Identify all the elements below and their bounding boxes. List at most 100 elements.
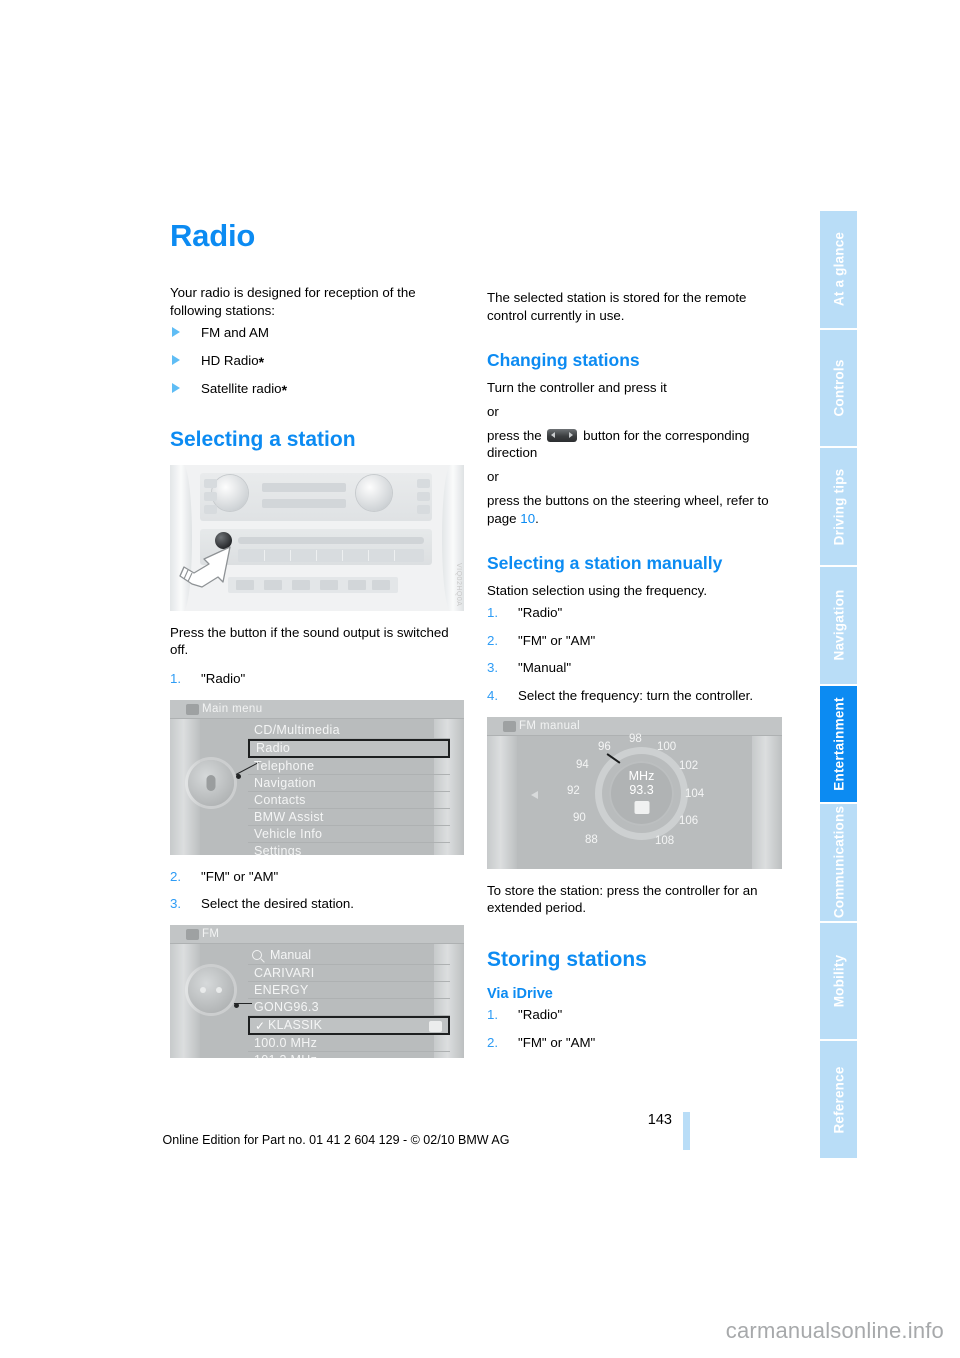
page-cross-reference[interactable]: 10	[520, 511, 535, 526]
tab-label: Communications	[830, 806, 846, 919]
tab-at-a-glance[interactable]: At a glance	[820, 211, 857, 328]
list-item-label: HD Radio	[201, 353, 259, 369]
step-number: 1.	[487, 604, 499, 620]
climate-side-button	[417, 491, 430, 501]
figure-idrive-main-menu: Main menu CD/Multimedia Radio Telephone …	[170, 699, 464, 855]
climate-side-button	[417, 504, 430, 514]
menu-item-label: Vehicle Info	[254, 826, 323, 841]
menu-item-bmw-assist[interactable]: BMW Assist	[248, 809, 450, 826]
list-item-label: KLASSIK	[268, 1017, 323, 1032]
list-item-label: 101.3 MHz	[254, 1053, 317, 1058]
menu-item-navigation[interactable]: Navigation	[248, 775, 450, 792]
tab-label: Mobility	[830, 954, 846, 1008]
climate-side-button	[417, 478, 430, 488]
list-item-label: Manual	[270, 947, 311, 962]
step-text: "FM" or "AM"	[201, 868, 279, 884]
tab-label: At a glance	[830, 232, 846, 307]
list-item-station[interactable]: GONG96.3	[248, 999, 450, 1016]
changing-line-3-end: .	[535, 510, 539, 526]
manual-intro: Station selection using the frequency.	[487, 583, 708, 599]
tab-entertainment[interactable]: Entertainment	[820, 685, 857, 803]
menu-item-telephone[interactable]: Telephone	[248, 758, 450, 775]
tab-mobility[interactable]: Mobility	[820, 922, 857, 1040]
screen-header: Main menu	[170, 699, 464, 719]
changing-line-2-pre: press the	[487, 427, 542, 443]
site-watermark: carmanualsonline.info	[725, 1318, 944, 1343]
dial-tick-label: 102	[679, 759, 699, 772]
list-item: 1. "Radio"	[487, 1006, 782, 1024]
section-storing-stations: Storing stations	[487, 948, 647, 971]
tab-communications[interactable]: Communications	[820, 804, 857, 921]
tab-navigation[interactable]: Navigation	[820, 566, 857, 684]
menu-item-settings[interactable]: Settings	[248, 843, 450, 855]
list-item: 2. "FM" or "AM"	[170, 868, 464, 886]
list-item-station-selected[interactable]: ✓ KLASSIK	[248, 1015, 450, 1035]
menu-item-list: CD/Multimedia Radio Telephone Navigation…	[248, 722, 450, 855]
step-text: "Radio"	[518, 1007, 563, 1023]
tab-label: Entertainment	[830, 697, 846, 791]
tab-reference[interactable]: Reference	[820, 1041, 857, 1158]
idrive-controller-illustration	[188, 759, 234, 806]
dial-tick-label: 90	[573, 811, 586, 824]
store-station-note: To store the station: press the controll…	[487, 882, 758, 916]
menu-item-vehicle-info[interactable]: Vehicle Info	[248, 826, 450, 843]
figure-idrive-fm-station-list: FM Manual CARIVARI ENERGY GONG96.3 ✓ KLAS…	[170, 924, 464, 1058]
radio-icon	[503, 720, 516, 732]
section-selecting-manually: Selecting a station manually	[487, 553, 723, 574]
changing-line-3: press the buttons on the steering wheel,…	[487, 492, 782, 527]
list-item-manual[interactable]: Manual	[248, 947, 450, 965]
list-item-station[interactable]: CARIVARI	[248, 965, 450, 982]
screen-header-label: FM manual	[519, 719, 581, 732]
menu-item-cd-multimedia[interactable]: CD/Multimedia	[248, 722, 450, 739]
dial-tick-label: 94	[576, 758, 589, 771]
tab-label: Driving tips	[830, 468, 846, 545]
step-text: Select the desired station.	[201, 896, 355, 912]
section-changing-stations: Changing stations	[487, 350, 640, 371]
tab-label: Navigation	[830, 589, 846, 661]
list-item-station[interactable]: 101.3 MHz	[248, 1052, 450, 1058]
menu-item-label: Contacts	[254, 792, 306, 807]
list-item-label: Satellite radio	[201, 380, 282, 396]
storing-steps: 1. "Radio" 2. "FM" or "AM"	[487, 1006, 782, 1051]
voice-icon	[206, 774, 216, 791]
dial-tick-label: 96	[598, 740, 611, 753]
frequency-dial[interactable]: MHz 93.3 88 90 92 94 96 98 100 102 104 1…	[567, 731, 704, 856]
section-selecting-a-station: Selecting a station	[170, 428, 356, 452]
intro-paragraph: Your radio is designed for reception of …	[170, 285, 416, 318]
footer-note: Online Edition for Part no. 01 41 2 604 …	[162, 1133, 510, 1147]
footnote-star: *	[281, 381, 288, 398]
or-separator-1: or	[487, 404, 499, 420]
climate-side-button	[204, 491, 217, 501]
menu-item-contacts[interactable]: Contacts	[248, 792, 450, 809]
dial-tick-label: 98	[629, 732, 642, 745]
menu-item-label: CD/Multimedia	[254, 722, 340, 737]
list-item: 3. "Manual"	[487, 659, 782, 677]
climate-knob-right	[356, 474, 392, 511]
figure-idrive-fm-manual-dial: FM manual MHz 93.3 88 90 92 94 96 98 100…	[487, 716, 782, 869]
screen-bezel-right	[752, 716, 782, 869]
preset-button-row	[238, 548, 424, 562]
page-number: 143	[647, 1112, 672, 1128]
tab-label: Controls	[830, 359, 846, 417]
right-column: The selected station is stored for the r…	[487, 289, 782, 1061]
tab-controls[interactable]: Controls	[820, 329, 857, 447]
triangle-bullet-icon	[172, 355, 180, 366]
list-item-station[interactable]: ENERGY	[248, 982, 450, 999]
step-number: 2.	[487, 632, 499, 648]
step-text: "Manual"	[518, 660, 572, 676]
page-edge-marker	[683, 1112, 690, 1150]
step-text: "Radio"	[518, 604, 563, 620]
figure-radio-control-panel: VIQ02HQ0A	[170, 464, 464, 611]
manual-page: At a glance Controls Driving tips Naviga…	[0, 0, 960, 1358]
menu-item-label: Navigation	[254, 775, 317, 790]
tab-driving-tips[interactable]: Driving tips	[820, 448, 857, 565]
manual-selection-steps: 1. "Radio" 2. "FM" or "AM" 3. "Manual" 4. Se…	[487, 604, 782, 705]
dial-tick-label: 108	[655, 834, 675, 847]
list-item-label: FM and AM	[201, 325, 269, 341]
list-item-station[interactable]: 100.0 MHz	[248, 1035, 450, 1052]
subsection-via-idrive: Via iDrive	[487, 986, 553, 1003]
menu-item-radio[interactable]: Radio	[248, 738, 450, 758]
press-button-text: Press the button if the sound output is …	[170, 624, 449, 658]
cd-slot	[238, 536, 424, 544]
lower-button-row	[228, 576, 398, 593]
